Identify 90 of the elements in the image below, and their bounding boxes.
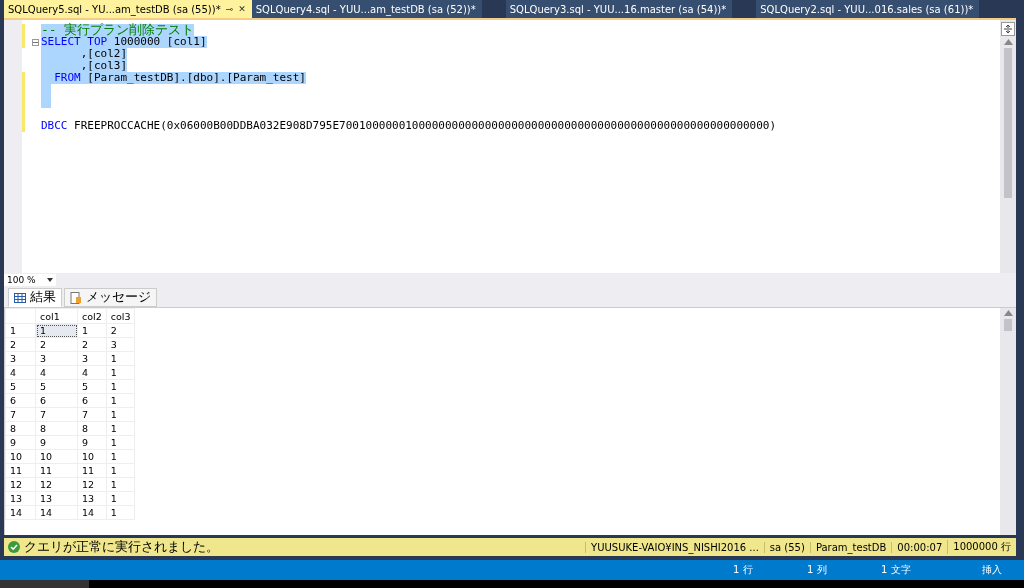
document-icon (70, 291, 82, 304)
document-tab[interactable]: SQLQuery5.sql - YU...am_testDB (sa (55))* ⊸ ✕ (4, 0, 252, 18)
caret-icon (47, 278, 53, 282)
table-cell: 1 (106, 505, 135, 520)
pin-icon[interactable]: ⊸ (225, 4, 234, 14)
column-header[interactable]: col2 (77, 308, 107, 324)
table-cell: 11 (77, 463, 107, 478)
table-cell: 1 (106, 449, 135, 464)
row-number: 4 (5, 365, 36, 380)
table-cell: 4 (35, 365, 78, 380)
table-cell: 7 (77, 407, 107, 422)
scrollbar[interactable] (1000, 308, 1016, 535)
status-field: 00:00:07 (891, 541, 948, 553)
collapse-icon[interactable] (32, 38, 39, 46)
document-tab[interactable]: SQLQuery3.sql - YUU...16.master (sa (54))* (505, 0, 733, 18)
table-cell: 14 (77, 505, 107, 520)
column-header[interactable]: col3 (106, 308, 135, 324)
table-cell: 12 (35, 477, 78, 492)
row-number: 8 (5, 421, 36, 436)
table-cell: 2 (35, 337, 78, 352)
status-item: 1 行 (733, 563, 754, 577)
table-cell: 6 (35, 393, 78, 408)
row-number: 9 (5, 435, 36, 450)
split-icon[interactable] (1001, 22, 1015, 36)
table-cell: 1 (106, 463, 135, 478)
close-icon[interactable]: ✕ (238, 4, 246, 14)
table-cell: 13 (77, 491, 107, 506)
scrollbar[interactable] (1000, 20, 1016, 273)
table-cell: 1 (106, 491, 135, 506)
table-cell: 1 (106, 393, 135, 408)
table-cell: 2 (77, 337, 107, 352)
status-field: YUUSUKE-VAIO¥INS_NISHI2016 ... (585, 541, 764, 553)
table-cell: 6 (77, 393, 107, 408)
column-header[interactable]: col1 (35, 308, 78, 324)
table-cell: 9 (77, 435, 107, 450)
table-cell: 3 (77, 351, 107, 366)
up-arrow-icon[interactable] (1003, 39, 1013, 45)
result-tab[interactable]: 結果 (8, 288, 62, 307)
row-number: 3 (5, 351, 36, 366)
table-cell: 1 (106, 407, 135, 422)
table-cell: 8 (35, 421, 78, 436)
table-cell: 9 (35, 435, 78, 450)
table-cell: 5 (35, 379, 78, 394)
success-icon (8, 541, 20, 553)
table-cell: 1 (106, 435, 135, 450)
document-tab[interactable]: SQLQuery2.sql - YUU...016.sales (sa (61))* (756, 0, 980, 18)
row-number: 7 (5, 407, 36, 422)
status-field: Param_testDB (809, 541, 892, 553)
row-number: 12 (5, 477, 36, 492)
table-cell: 4 (77, 365, 107, 380)
table-cell: 10 (77, 449, 107, 464)
row-number: 13 (5, 491, 36, 506)
row-number: 14 (5, 505, 36, 520)
table-cell: 13 (35, 491, 78, 506)
table-cell: 14 (35, 505, 78, 520)
table-cell: 2 (106, 323, 135, 338)
table-cell: 1 (106, 365, 135, 380)
result-tab[interactable]: メッセージ (64, 288, 157, 307)
zoom-dropdown[interactable]: 100 % (4, 274, 56, 286)
table-cell: 7 (35, 407, 78, 422)
table-cell: 1 (106, 421, 135, 436)
row-number: 11 (5, 463, 36, 478)
table-cell: 1 (106, 477, 135, 492)
row-number: 6 (5, 393, 36, 408)
table-cell: 3 (106, 337, 135, 352)
status-item: 挿入 (982, 563, 1003, 577)
scroll-thumb[interactable] (1004, 48, 1012, 198)
table-cell: 8 (77, 421, 107, 436)
status-item: 1 列 (807, 563, 828, 577)
table-cell: 11 (35, 463, 78, 478)
table-cell: 1 (77, 323, 107, 338)
table-cell: 10 (35, 449, 78, 464)
table-cell: 3 (35, 351, 78, 366)
row-number: 2 (5, 337, 36, 352)
grid-icon (14, 292, 26, 303)
table-cell: 1 (106, 351, 135, 366)
table-cell: 12 (77, 477, 107, 492)
status-field: sa (55) (763, 541, 810, 553)
row-number: 10 (5, 449, 36, 464)
table-cell: 1 (106, 379, 135, 394)
code-line: DBCC FREEPROCCACHE(0x06000B00DDBA032E908D795E70010000001000000000000000000000000000000000000000000000000000000) (41, 120, 777, 132)
status-message: クエリが正常に実行されました。 (24, 538, 220, 556)
status-field: 1000000 行 (947, 540, 1016, 554)
table-cell: 5 (77, 379, 107, 394)
scroll-thumb[interactable] (1004, 319, 1012, 331)
document-tab[interactable]: SQLQuery4.sql - YUU...am_testDB (sa (52))* (251, 0, 482, 18)
row-number: 1 (5, 323, 36, 338)
row-number: 5 (5, 379, 36, 394)
status-item: 1 文字 (881, 563, 912, 577)
up-arrow-icon[interactable] (1003, 310, 1013, 316)
